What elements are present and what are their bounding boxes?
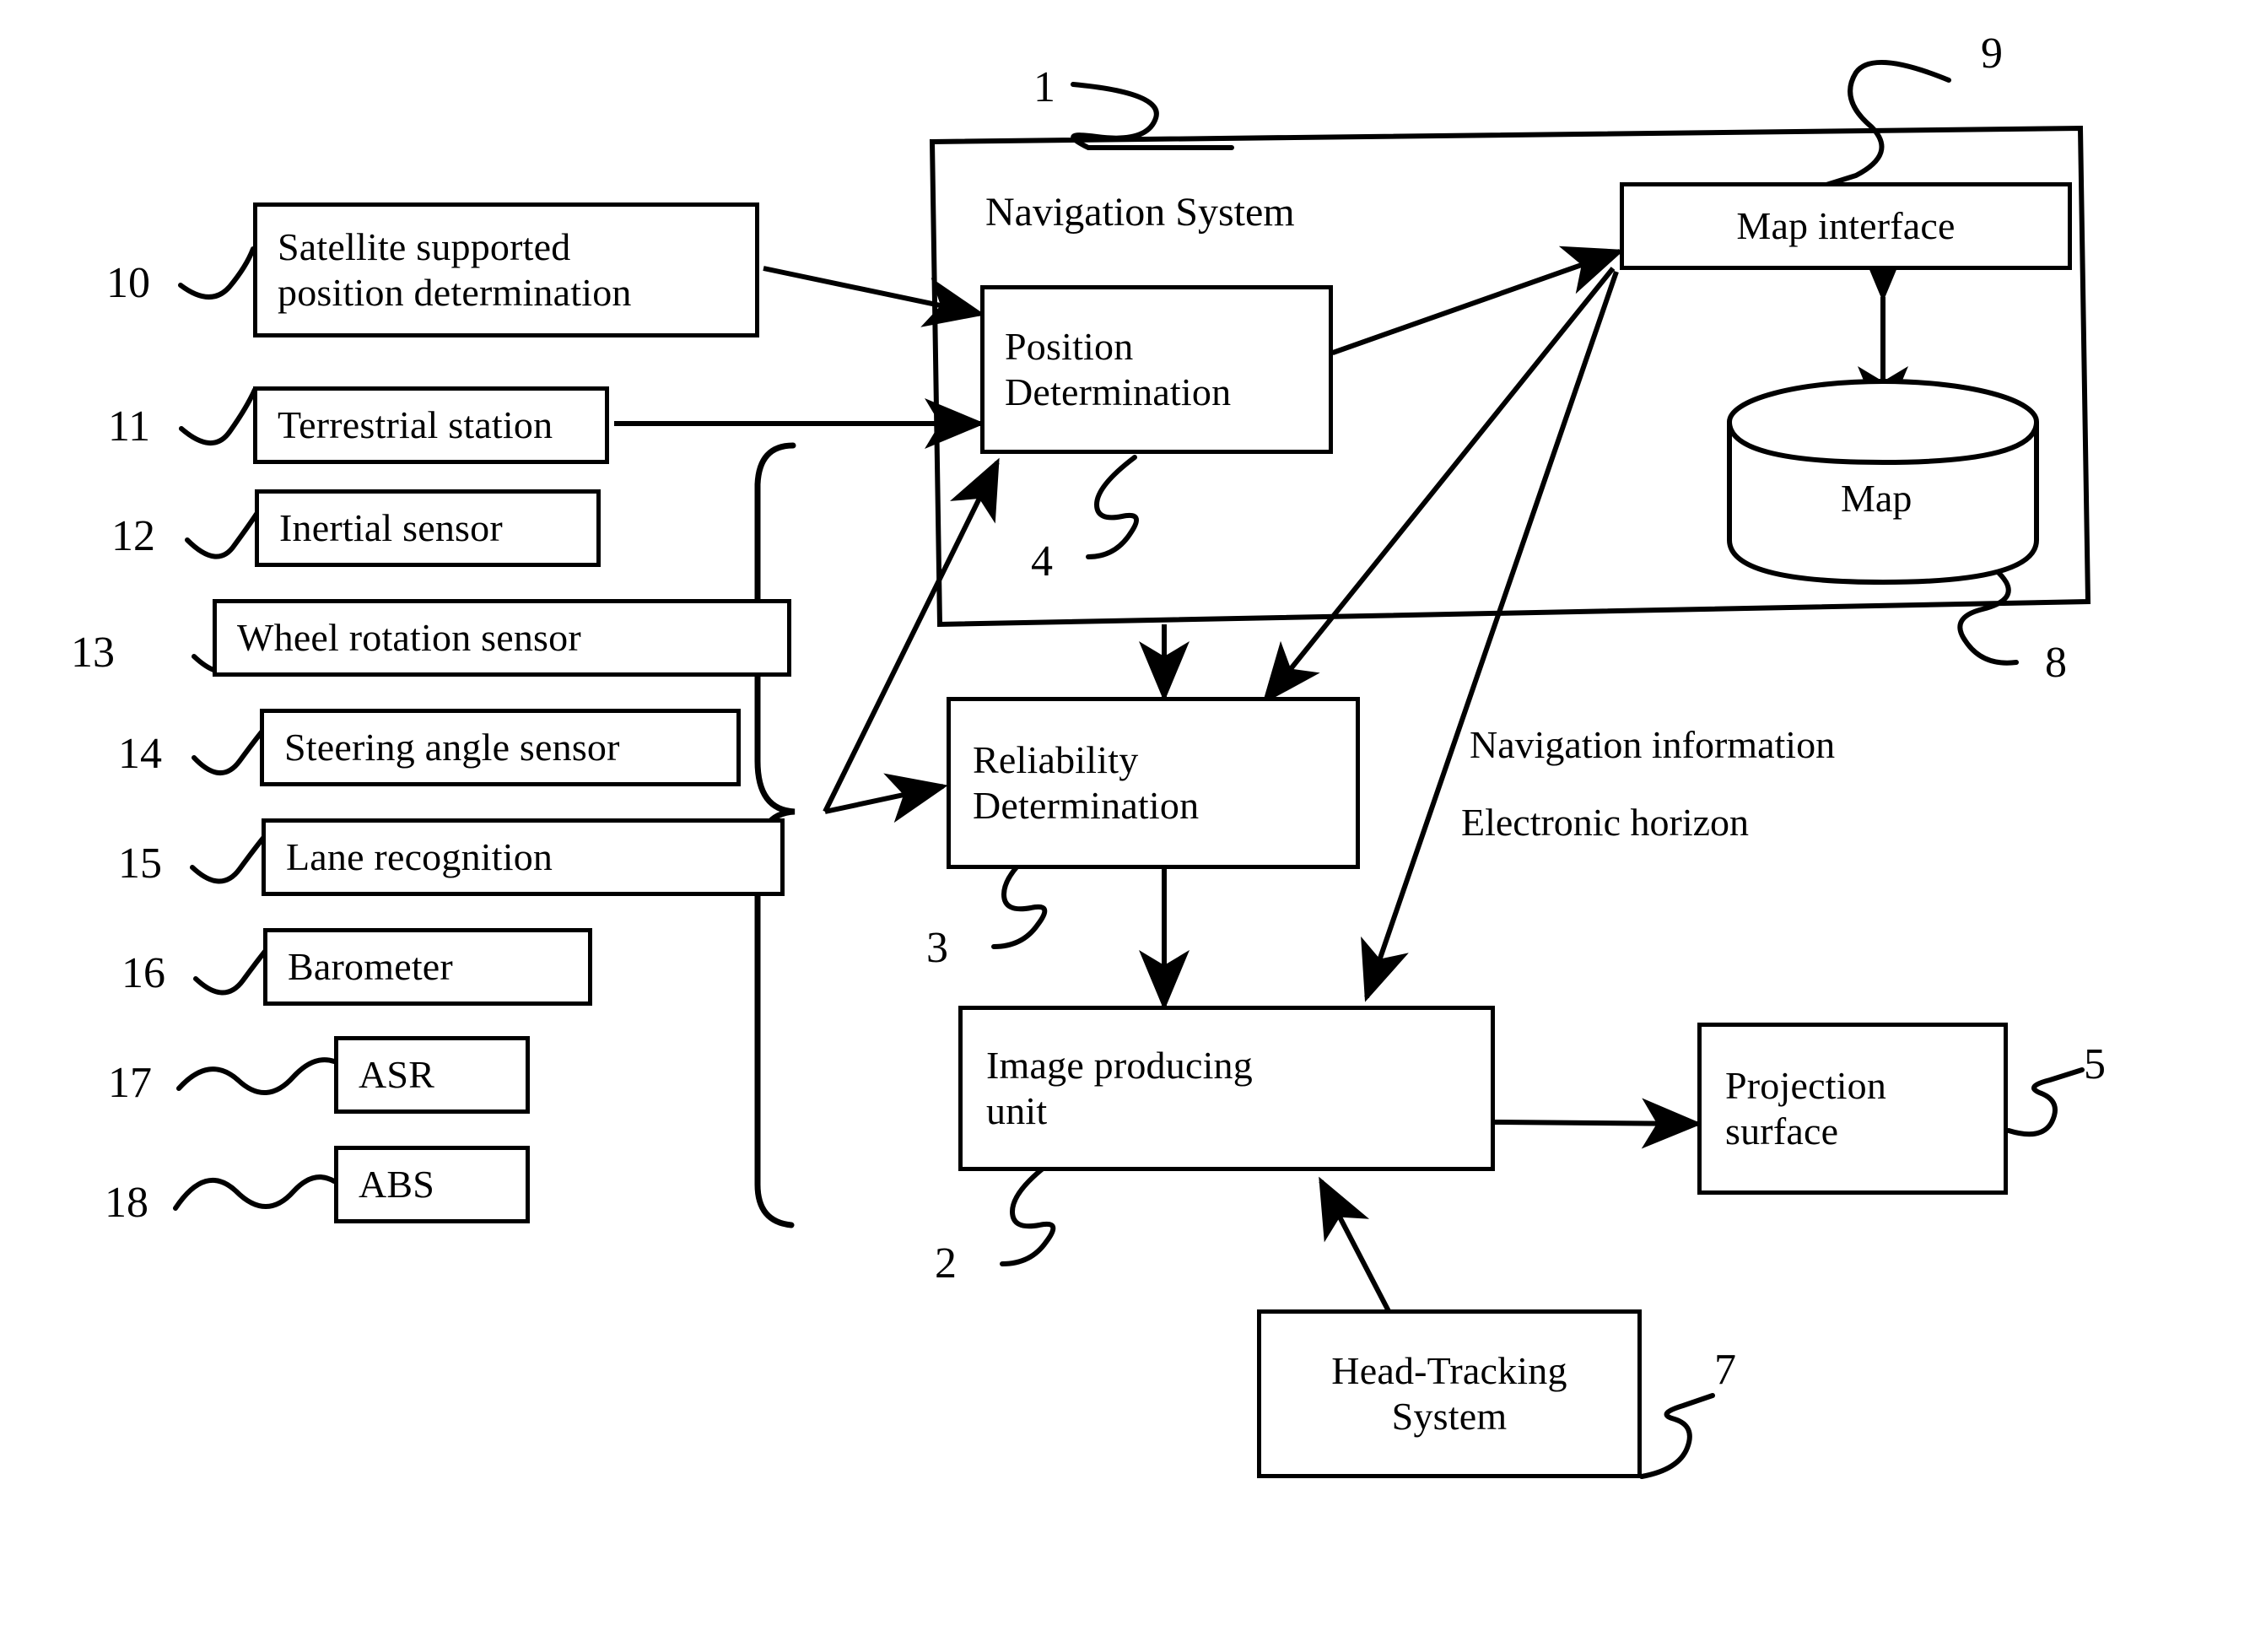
sensor-box-satellite[interactable]: Satellite supported position determinati…: [253, 202, 759, 337]
projection-surface-box[interactable]: Projection surface: [1697, 1023, 2008, 1195]
ref-number-17: 17: [108, 1059, 152, 1107]
sensor-label-line2: position determination: [278, 271, 632, 314]
ref-number-11: 11: [108, 402, 151, 451]
sensor-box-wheel-rotation-sensor[interactable]: Wheel rotation sensor: [213, 599, 791, 677]
ref-number-12: 12: [111, 512, 155, 560]
arrow-position-map-interface: [1271, 246, 1625, 396]
map-interface-box[interactable]: Map interface: [1620, 182, 2072, 270]
sensor-box-steering-angle-sensor[interactable]: Steering angle sensor: [260, 709, 741, 786]
reliability-determination-box[interactable]: Reliability Determination: [947, 697, 1360, 869]
annotation-electronic-horizon: Electronic horizon: [1461, 801, 1750, 844]
head-tracking-system-line1: Head-Tracking: [1331, 1348, 1567, 1392]
sensor-label: Steering angle sensor: [284, 725, 620, 769]
ref-number-5: 5: [2084, 1040, 2106, 1088]
ref-leader-7: [1639, 1393, 1715, 1479]
arrow-sensors-to-reliability: [824, 773, 948, 823]
map-database-label: Map: [1841, 477, 1912, 520]
annotation-navigation-information: Navigation information: [1470, 723, 1836, 766]
map-interface-label: Map interface: [1736, 203, 1956, 247]
sensor-box-abs[interactable]: ABS: [334, 1146, 530, 1223]
ref-leader-4: [1086, 455, 1139, 559]
sensor-label: Wheel rotation sensor: [237, 615, 581, 659]
projection-surface-line2: surface: [1725, 1109, 1839, 1153]
sensor-label: ASR: [359, 1052, 435, 1096]
navigation-system-title: Navigation System: [985, 190, 1295, 235]
ref-number-15: 15: [118, 839, 162, 888]
position-determination-line2: Determination: [1005, 370, 1232, 413]
arrow-headtracking-to-image-unit: [1319, 1176, 1391, 1313]
ref-number-2: 2: [935, 1239, 957, 1288]
ref-number-8: 8: [2045, 639, 2067, 687]
ref-number-7: 7: [1714, 1346, 1736, 1394]
image-producing-unit-line2: unit: [986, 1089, 1048, 1132]
ref-number-1: 1: [1033, 63, 1055, 111]
sensor-box-barometer[interactable]: Barometer: [263, 928, 592, 1006]
ref-number-9: 9: [1981, 30, 2003, 78]
arrow-mapinterface-to-image-unit: [1361, 271, 1619, 1002]
ref-number-14: 14: [118, 730, 162, 778]
ref-leader-2: [1000, 1160, 1056, 1266]
figure-canvas: Satellite supported position determinati…: [0, 0, 2255, 1652]
image-producing-unit-line1: Image producing: [986, 1043, 1253, 1087]
sensor-label: Terrestrial station: [278, 402, 553, 446]
position-determination-box[interactable]: Position Determination: [980, 285, 1333, 454]
head-tracking-system-line2: System: [1391, 1395, 1508, 1438]
image-producing-unit-box[interactable]: Image producing unit: [958, 1006, 1495, 1171]
sensor-box-inertial-sensor[interactable]: Inertial sensor: [255, 489, 601, 567]
sensor-box-lane-recognition[interactable]: Lane recognition: [262, 818, 785, 896]
reliability-determination-line1: Reliability: [973, 737, 1139, 781]
sensor-label: Inertial sensor: [279, 505, 503, 549]
ref-number-13: 13: [71, 629, 115, 677]
ref-number-4: 4: [1031, 537, 1053, 586]
sensor-label-line1: Satellite supported: [278, 224, 571, 268]
reliability-determination-line2: Determination: [973, 784, 1200, 827]
head-tracking-system-box[interactable]: Head-Tracking System: [1257, 1309, 1642, 1478]
projection-surface-line1: Projection: [1725, 1063, 1887, 1107]
sensor-box-terrestrial-station[interactable]: Terrestrial station: [253, 386, 609, 464]
sensor-label: ABS: [359, 1162, 435, 1206]
ref-leader-5: [2006, 1067, 2085, 1137]
sensor-label: Barometer: [288, 944, 453, 988]
sensor-box-asr[interactable]: ASR: [334, 1036, 530, 1114]
ref-number-16: 16: [121, 949, 165, 997]
ref-number-18: 18: [105, 1179, 148, 1227]
position-determination-line1: Position: [1005, 324, 1134, 368]
sensor-label: Lane recognition: [286, 834, 553, 878]
arrow-image-unit-to-projection: [1494, 1098, 1702, 1149]
ref-number-3: 3: [926, 924, 948, 972]
arrow-satellite-to-position: [763, 266, 985, 327]
ref-number-10: 10: [106, 259, 150, 307]
